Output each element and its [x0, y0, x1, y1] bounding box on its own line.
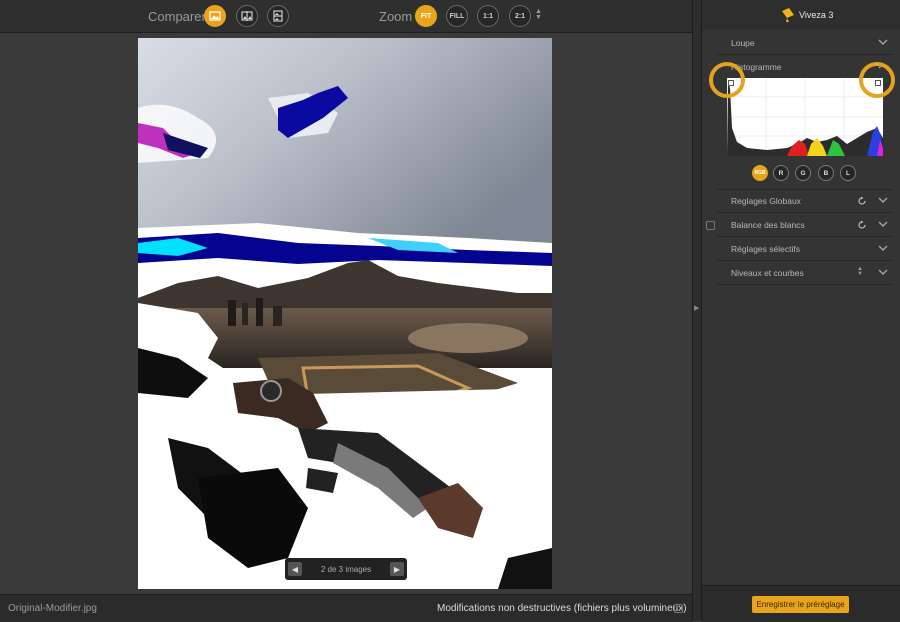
image-navigator: ◀ 2 de 3 images ▶ — [285, 558, 407, 580]
chevron-down-icon[interactable] — [878, 219, 888, 229]
preview-canvas: ◀ 2 de 3 images ▶ — [0, 33, 692, 594]
sort-updown-icon[interactable]: ▲ ▼ — [857, 266, 863, 277]
compare-split-view-button[interactable] — [236, 5, 258, 27]
section-levels-label: Niveaux et courbes — [731, 268, 804, 278]
arrow-left-icon: ◀ — [291, 564, 299, 574]
section-loupe[interactable]: Loupe — [717, 33, 892, 55]
panel-header: Viveza 3 — [702, 0, 900, 30]
compare-stacked-view-button[interactable] — [267, 5, 289, 27]
section-global-adjustments[interactable]: Reglages Globaux — [717, 191, 892, 213]
zoom-fit-button[interactable]: FIT — [415, 5, 437, 27]
reset-icon[interactable] — [857, 196, 867, 206]
compare-single-view-button[interactable] — [204, 5, 226, 27]
chevron-down-icon[interactable] — [878, 195, 888, 205]
channel-g-button[interactable]: G — [795, 165, 811, 181]
white-point-highlight-circle — [859, 62, 895, 98]
split-view-icon — [241, 11, 253, 21]
image-icon — [209, 11, 221, 21]
status-bar: Original-Modifier.jpg Modifications non … — [0, 594, 692, 622]
top-toolbar: Comparer Zoom FIT FILL 1:1 2:1 ▲ ▼ — [0, 0, 692, 33]
next-image-button[interactable]: ▶ — [389, 562, 404, 576]
reset-icon[interactable] — [857, 220, 867, 230]
channel-b-button[interactable]: B — [818, 165, 834, 181]
panel-divider[interactable]: ▶ — [692, 0, 702, 621]
image-counter: 2 de 3 images — [320, 564, 372, 574]
compare-label: Comparer — [148, 9, 206, 24]
chevron-down-icon[interactable] — [878, 37, 888, 47]
histogram-curve — [727, 78, 883, 156]
section-separator — [717, 189, 892, 190]
save-preset-button[interactable]: Enregistrer le préréglage — [752, 596, 849, 613]
section-selective-label: Réglages sélectifs — [731, 244, 800, 254]
chevron-down-icon[interactable] — [878, 267, 888, 277]
arrow-right-icon: ▶ — [393, 564, 401, 574]
zoom-stepper-icon[interactable]: ▲ ▼ — [535, 8, 542, 21]
section-global-label: Reglages Globaux — [731, 196, 801, 206]
histogram-graph — [727, 78, 883, 156]
previous-image-button[interactable]: ◀ — [288, 562, 302, 576]
settings-panel: Viveza 3 Loupe Histogramme RGB R G B L R… — [702, 0, 900, 622]
section-white-balance[interactable]: Balance des blancs — [717, 215, 892, 237]
non-destructive-checkbox[interactable] — [674, 604, 683, 613]
stacked-view-icon — [273, 10, 283, 22]
panel-footer: Enregistrer le préréglage — [702, 585, 900, 622]
photo-illustration — [138, 38, 552, 589]
collapse-arrow-icon: ▶ — [694, 305, 700, 312]
app-title: Viveza 3 — [799, 10, 834, 20]
preview-image[interactable] — [138, 38, 552, 589]
zoom-2-1-button[interactable]: 2:1 — [509, 5, 531, 27]
zoom-1-1-button[interactable]: 1:1 — [477, 5, 499, 27]
channel-r-button[interactable]: R — [773, 165, 789, 181]
channel-rgb-button[interactable]: RGB — [752, 165, 768, 181]
channel-l-button[interactable]: L — [840, 165, 856, 181]
zoom-label: Zoom — [379, 9, 413, 24]
black-point-highlight-circle — [709, 62, 745, 98]
chevron-down-icon[interactable] — [878, 243, 888, 253]
zoom-fill-button[interactable]: FILL — [446, 5, 468, 27]
section-selective-adjustments[interactable]: Réglages sélectifs — [717, 239, 892, 261]
white-balance-checkbox[interactable] — [706, 221, 715, 230]
non-destructive-label: Modifications non destructives (fichiers… — [437, 603, 687, 614]
filename-label: Original-Modifier.jpg — [8, 603, 97, 614]
viveza-logo-icon — [782, 8, 794, 22]
section-levels-curves[interactable]: Niveaux et courbes ▲ ▼ — [717, 263, 892, 285]
section-loupe-label: Loupe — [731, 38, 755, 48]
section-white-balance-label: Balance des blancs — [731, 220, 805, 230]
